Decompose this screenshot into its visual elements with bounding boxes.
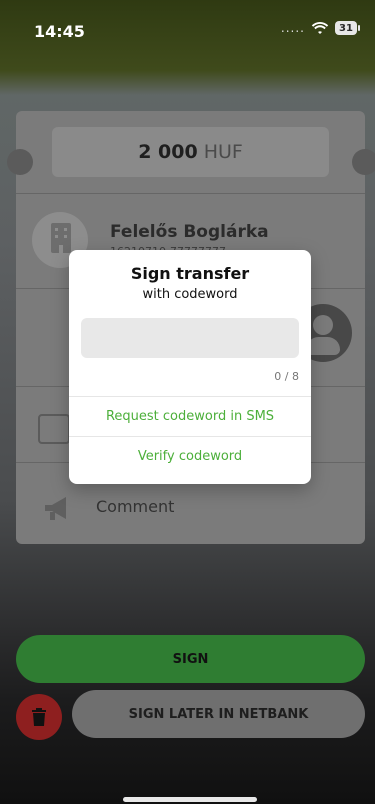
sign-button[interactable]: SIGN [16,635,365,683]
verify-codeword-link[interactable]: Verify codeword [69,437,311,475]
wifi-icon [311,21,329,34]
modal-subtitle: with codeword [142,287,238,302]
status-bar: 14:45 ..... 31 [0,0,375,60]
user-icon [313,315,333,335]
signal-dots: ..... [280,21,305,35]
building-icon [51,223,71,253]
battery-indicator: 31 [335,21,360,35]
delete-button[interactable] [16,694,62,740]
codeword-input[interactable] [81,318,299,358]
trash-icon [32,708,46,726]
status-time: 14:45 [34,22,85,41]
calendar-icon [38,414,70,444]
sign-later-button[interactable]: SIGN LATER IN NETBANK [72,690,365,738]
megaphone-icon [45,497,66,520]
amount-currency: HUF [203,141,243,163]
card-notch-left [7,149,33,175]
card-divider [16,193,365,194]
request-sms-link[interactable]: Request codeword in SMS [69,397,311,435]
codeword-counter: 0 / 8 [274,370,299,383]
status-right: ..... 31 [280,21,360,35]
modal-title: Sign transfer [130,264,250,283]
comment-label[interactable]: Comment [96,497,174,516]
amount-value: 2 000 [138,141,198,163]
card-notch-right [352,149,375,175]
user-icon-body [306,337,340,355]
amount-box: 2 000 HUF [52,127,329,177]
home-indicator [123,797,257,802]
beneficiary-name: Felelős Boglárka [110,222,269,242]
sign-transfer-modal: Sign transfer with codeword 0 / 8 Reques… [69,250,311,484]
